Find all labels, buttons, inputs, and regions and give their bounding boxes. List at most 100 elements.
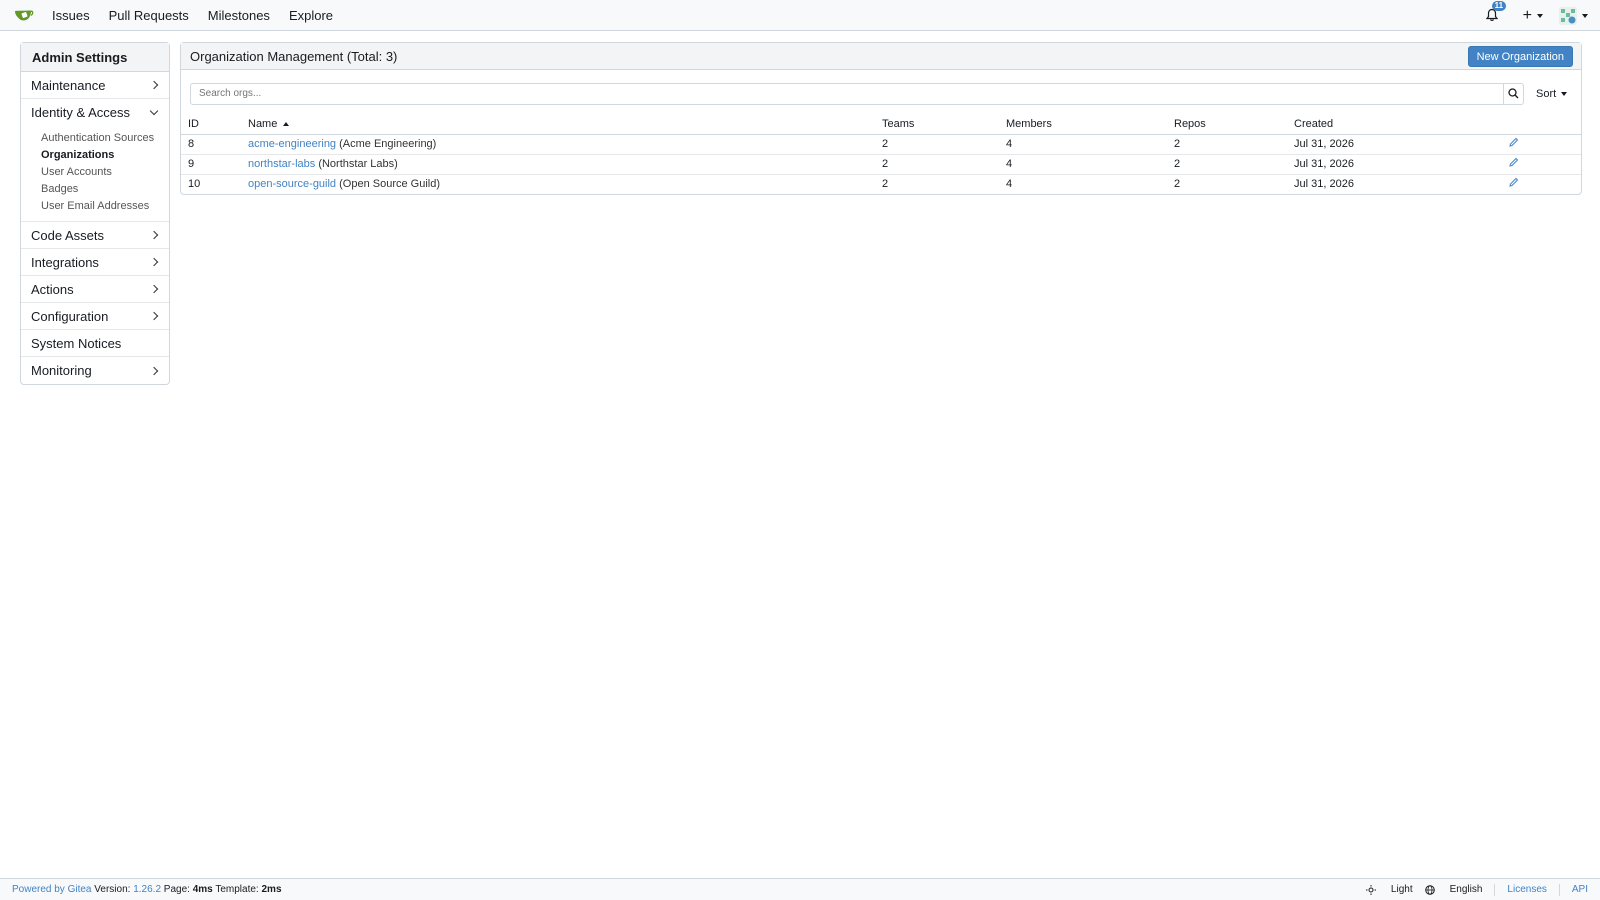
edit-pencil-icon[interactable] [1508, 178, 1519, 191]
nav-issues[interactable]: Issues [52, 8, 90, 23]
column-header-name[interactable]: Name [248, 114, 882, 135]
sidebar-subitem-organizations[interactable]: Organizations [41, 147, 169, 164]
search-button[interactable] [1504, 82, 1524, 105]
chevron-right-icon [149, 257, 159, 267]
cell-created: Jul 31, 2026 [1294, 154, 1508, 175]
cell-name: northstar-labs (Northstar Labs) [248, 154, 882, 175]
panel-header: Organization Management (Total: 3) New O… [181, 43, 1581, 70]
avatar [1559, 6, 1577, 25]
sidebar-submenu: Authentication Sources Organizations Use… [21, 126, 169, 221]
nav-explore[interactable]: Explore [289, 8, 333, 23]
licenses-link[interactable]: Licenses [1507, 884, 1546, 895]
page-label: Page: [163, 884, 190, 895]
chevron-down-icon [149, 106, 159, 115]
column-header-teams[interactable]: Teams [882, 114, 1006, 135]
table-row: 9 northstar-labs (Northstar Labs) 2 4 2 … [181, 154, 1581, 175]
language-label: English [1449, 884, 1483, 895]
sidebar-group-identity-access: Identity & Access Authentication Sources… [21, 99, 169, 222]
top-navbar: Issues Pull Requests Milestones Explore … [0, 0, 1600, 31]
cell-members: 4 [1006, 134, 1174, 155]
org-full-name: (Acme Engineering) [339, 138, 437, 150]
notifications-bell-icon[interactable]: 11 [1485, 0, 1507, 24]
notification-count-badge: 11 [1491, 0, 1507, 11]
powered-by-link[interactable]: Powered by Gitea [12, 884, 92, 895]
cell-repos: 2 [1174, 178, 1181, 191]
column-header-id[interactable]: ID [181, 114, 248, 135]
org-link[interactable]: open-source-guild [248, 178, 336, 190]
org-full-name: (Northstar Labs) [318, 158, 398, 170]
org-full-name: (Open Source Guild) [339, 178, 441, 191]
sidebar-item-monitoring[interactable]: Monitoring [21, 357, 169, 384]
sidebar-item-label: Code Assets [31, 227, 104, 243]
cell-id: 9 [181, 154, 248, 175]
gitea-logo-icon[interactable] [14, 8, 34, 22]
sidebar-item-identity-access[interactable]: Identity & Access [21, 99, 169, 126]
table-row: 8 acme-engineering (Acme Engineering) 2 … [181, 134, 1581, 155]
api-link[interactable]: API [1572, 884, 1588, 895]
sidebar-item-integrations[interactable]: Integrations [21, 249, 169, 276]
search-row: Sort [181, 70, 1581, 109]
column-header-created[interactable]: Created [1294, 114, 1508, 135]
caret-down-icon [1582, 13, 1588, 18]
nav-pull-requests[interactable]: Pull Requests [109, 8, 189, 23]
sidebar-item-label: Monitoring [31, 363, 92, 378]
sun-icon [1365, 884, 1376, 895]
sort-dropdown[interactable]: Sort [1536, 87, 1568, 100]
cell-name: acme-engineering (Acme Engineering) [248, 134, 882, 155]
plus-icon: + [1522, 6, 1532, 24]
user-menu-dropdown[interactable] [1559, 6, 1588, 25]
cell-created: Jul 31, 2026 [1294, 134, 1508, 155]
language-selector[interactable]: English [1424, 884, 1483, 895]
page-time: 4ms [192, 884, 213, 895]
sidebar-item-label: Configuration [31, 308, 109, 324]
sidebar-item-maintenance[interactable]: Maintenance [21, 72, 169, 99]
column-header-members[interactable]: Members [1006, 114, 1174, 135]
cell-repos: 2 [1174, 134, 1294, 155]
sidebar-item-configuration[interactable]: Configuration [21, 303, 169, 330]
sidebar-subitem-authentication-sources[interactable]: Authentication Sources [41, 130, 169, 147]
column-header-repos[interactable]: Repos [1174, 114, 1294, 135]
sidebar-item-system-notices[interactable]: System Notices [21, 330, 169, 357]
chevron-right-icon [149, 366, 159, 375]
org-link[interactable]: acme-engineering [248, 138, 336, 150]
edit-pencil-icon[interactable] [1508, 137, 1519, 151]
cell-teams: 2 [882, 154, 1006, 175]
cell-teams: 2 [882, 134, 1006, 155]
nav-right: 11 + [1485, 0, 1588, 31]
chevron-right-icon [149, 284, 159, 294]
sidebar-item-actions[interactable]: Actions [21, 276, 169, 303]
chevron-right-icon [149, 80, 159, 90]
sidebar-subitem-user-email-addresses[interactable]: User Email Addresses [41, 198, 169, 215]
divider [1494, 883, 1496, 896]
cell-actions [1508, 174, 1581, 194]
edit-pencil-icon[interactable] [1508, 157, 1519, 171]
sidebar-item-code-assets[interactable]: Code Assets [21, 222, 169, 249]
footer-right: Light English Licenses API [1354, 883, 1588, 896]
sidebar-subitem-user-accounts[interactable]: User Accounts [41, 164, 169, 181]
cell-members: 4 [1006, 154, 1174, 175]
globe-icon [1424, 884, 1435, 895]
nav-milestones[interactable]: Milestones [208, 8, 270, 23]
divider [1558, 883, 1560, 896]
sort-label: Sort [1536, 87, 1557, 100]
organizations-table: ID Name Teams Members Repos Created 8 ac… [181, 114, 1581, 194]
sidebar-subitem-badges[interactable]: Badges [41, 181, 169, 198]
search-icon [1508, 88, 1519, 99]
cell-actions [1508, 154, 1581, 175]
theme-selector[interactable]: Light [1365, 884, 1413, 895]
version-link[interactable]: 1.26.2 [133, 884, 161, 895]
org-link[interactable]: northstar-labs [248, 158, 315, 170]
cell-created: Jul 31, 2026 [1294, 178, 1354, 191]
create-new-dropdown[interactable]: + [1523, 7, 1543, 25]
template-time: 2ms [261, 884, 282, 895]
sidebar-item-label: Actions [31, 281, 74, 297]
sort-ascending-icon [283, 121, 290, 126]
caret-down-icon [1561, 91, 1568, 96]
admin-sidebar: Admin Settings Maintenance Identity & Ac… [20, 42, 170, 385]
new-organization-button[interactable]: New Organization [1467, 45, 1573, 67]
search-input[interactable] [190, 82, 1504, 105]
sidebar-item-label: Maintenance [31, 77, 106, 93]
table-row: 10 open-source-guild (Open Source Guild)… [181, 174, 1581, 194]
cell-members: 4 [1006, 178, 1013, 191]
page-title: Organization Management (Total: 3) [190, 48, 398, 64]
